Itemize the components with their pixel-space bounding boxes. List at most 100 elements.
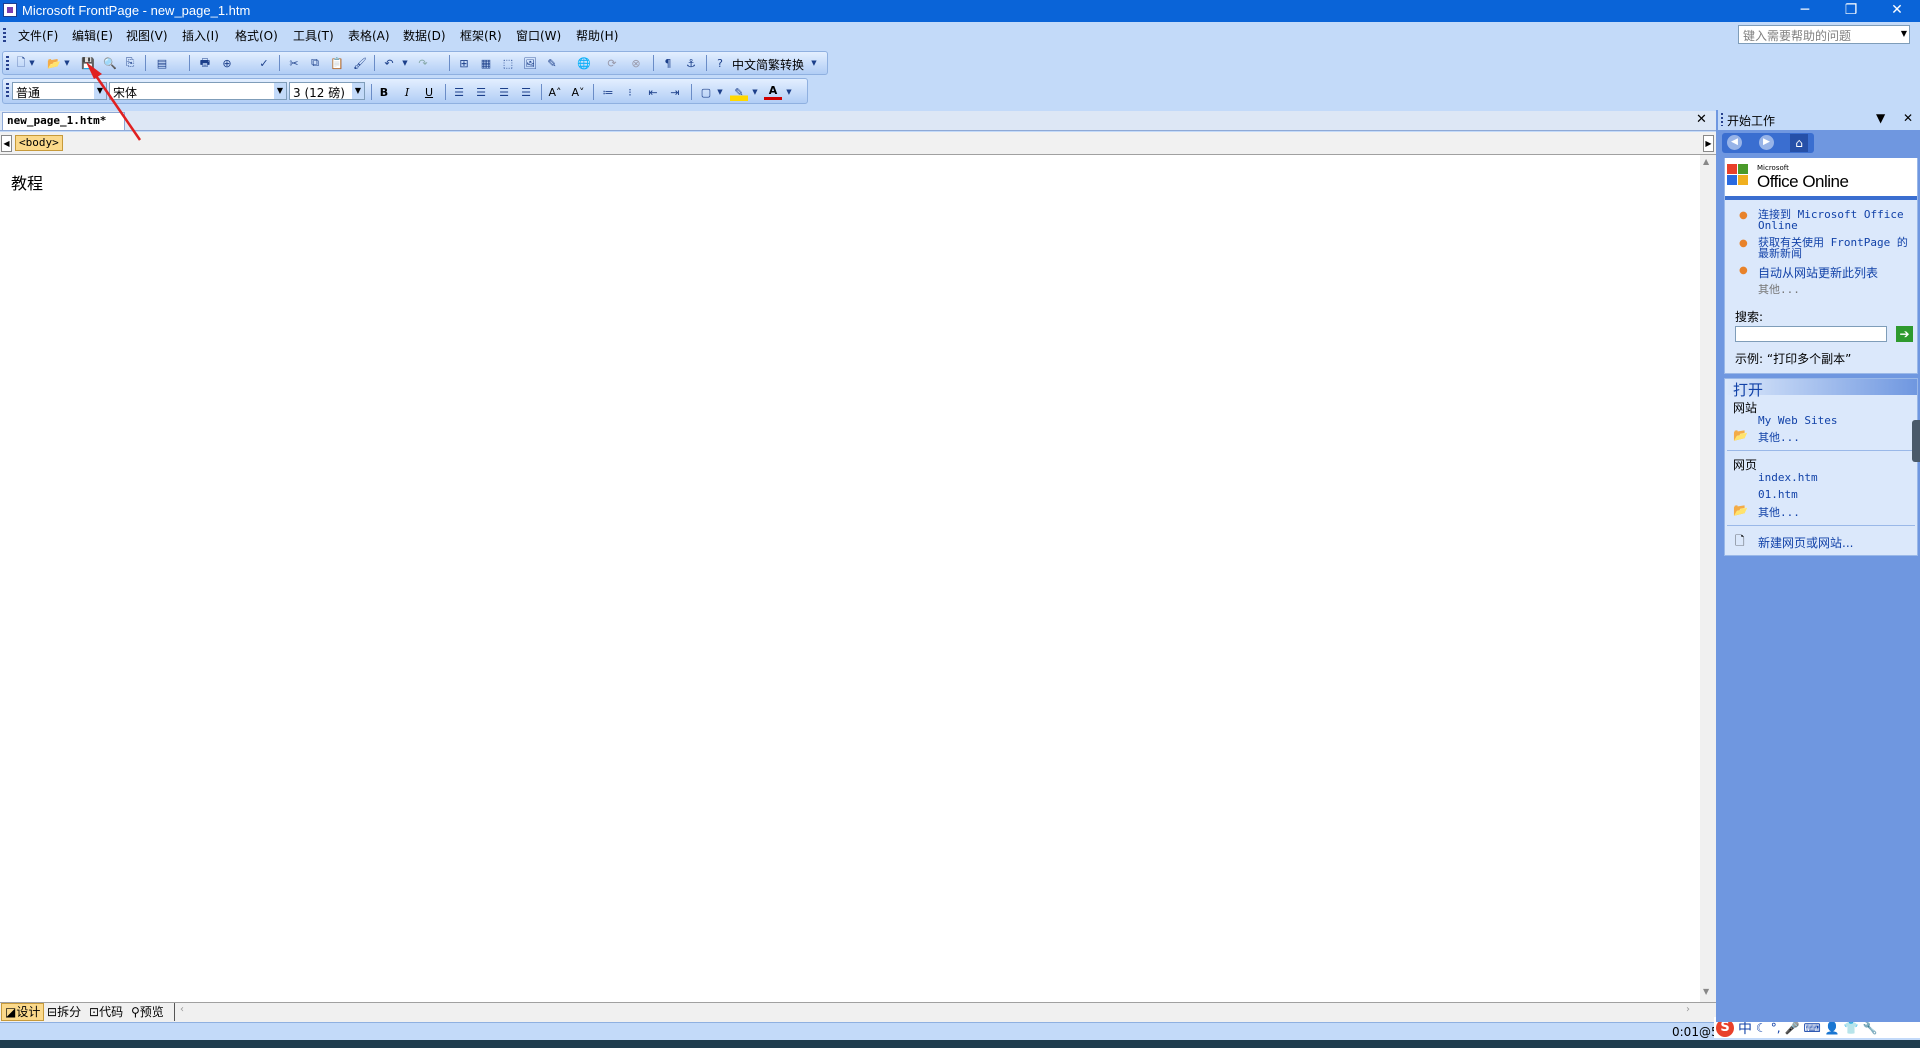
keyboard-icon[interactable]: ⌨ [1804, 1021, 1821, 1035]
insert-table-icon[interactable]: ▦ [477, 54, 495, 72]
save-icon[interactable]: 💾 [79, 54, 97, 72]
new-dropdown-icon[interactable]: ▼ [27, 54, 37, 72]
align-center-icon[interactable]: ☰ [472, 83, 490, 101]
tab-code[interactable]: ⊡代码 [86, 1003, 126, 1021]
editor-content[interactable]: 教程 [11, 170, 43, 194]
justify-icon[interactable]: ☰ [517, 83, 535, 101]
undo-icon[interactable]: ↶ [380, 54, 398, 72]
drawing-icon[interactable]: ✎ [543, 54, 561, 72]
recent-page-item[interactable]: 01.htm [1758, 488, 1798, 501]
show-all-icon[interactable]: ¶ [659, 54, 677, 72]
new-page-or-site-link[interactable]: 新建网页或网站... [1758, 534, 1853, 551]
refresh-icon[interactable]: ⟳ [603, 54, 621, 72]
close-document-button[interactable]: ✕ [1696, 112, 1707, 127]
frontpage-app-icon[interactable] [3, 3, 17, 17]
menu-help[interactable]: 帮助(H) [576, 27, 618, 44]
user-icon[interactable]: 👤 [1825, 1021, 1840, 1035]
format-painter-icon[interactable]: 🖌 [351, 54, 369, 72]
forward-icon[interactable]: ▶ [1759, 135, 1774, 150]
align-left-icon[interactable]: ☰ [450, 83, 468, 101]
menu-view[interactable]: 视图(V) [126, 27, 168, 44]
menu-file[interactable]: 文件(F) [18, 27, 58, 44]
pane-scroll-thumb[interactable] [1912, 420, 1920, 462]
shirt-icon[interactable]: 👕 [1844, 1021, 1859, 1035]
bold-button[interactable]: B [375, 83, 393, 101]
help-icon[interactable]: ? [711, 54, 729, 72]
document-tab[interactable]: new_page_1.htm* [2, 112, 126, 130]
spelling-icon[interactable]: ✓ [255, 54, 273, 72]
link-more[interactable]: 其他... [1758, 281, 1800, 297]
menu-window[interactable]: 窗口(W) [516, 27, 561, 44]
style-select[interactable]: 普通 ▼ [12, 82, 107, 100]
link-auto-update[interactable]: 自动从网站更新此列表 [1758, 264, 1878, 281]
wrench-icon[interactable]: 🔧 [1863, 1021, 1878, 1035]
restore-button[interactable]: ❐ [1828, 0, 1874, 22]
decrease-indent-icon[interactable]: ⇤ [644, 83, 662, 101]
scroll-up-icon[interactable]: ▲ [1703, 157, 1709, 166]
menu-format[interactable]: 格式(O) [235, 27, 278, 44]
search-go-icon[interactable]: ➔ [1896, 326, 1913, 342]
home-icon[interactable]: ⌂ [1790, 134, 1808, 152]
font-select[interactable]: 宋体 ▼ [109, 82, 287, 100]
tab-split[interactable]: ⊟拆分 [44, 1003, 84, 1021]
link-connect-office-online[interactable]: 连接到 Microsoft Office Online [1758, 209, 1914, 231]
menu-edit[interactable]: 编辑(E) [72, 27, 113, 44]
paste-icon[interactable]: 📋 [328, 54, 346, 72]
menu-insert[interactable]: 插入(I) [182, 27, 219, 44]
design-editor[interactable] [0, 155, 1700, 1002]
publish-icon[interactable]: ⎘ [121, 54, 139, 72]
recent-page-item[interactable]: index.htm [1758, 471, 1818, 484]
tab-design[interactable]: ◪设计 [1, 1003, 45, 1021]
font-color-icon[interactable]: A [764, 83, 782, 100]
tag-scroll-right-icon[interactable]: ▶ [1703, 135, 1714, 152]
vertical-scrollbar[interactable]: ▲ ▼ [1700, 155, 1716, 1002]
pane-grip[interactable] [1721, 113, 1723, 126]
menubar-grip[interactable] [3, 28, 6, 42]
hscroll-left-icon[interactable]: ‹ [180, 1004, 184, 1015]
tab-preview[interactable]: ⚲预览 [128, 1003, 167, 1021]
hyperlink-icon[interactable]: 🌐 [575, 54, 593, 72]
insert-layer-icon[interactable]: ⬚ [499, 54, 517, 72]
search-input[interactable] [1735, 326, 1887, 342]
pages-more-link[interactable]: 其他... [1758, 504, 1800, 520]
body-tag-selector[interactable]: <body> [15, 135, 63, 151]
preview-browser-icon[interactable]: ⊕ [218, 54, 236, 72]
pane-menu-chevron-icon[interactable]: ▼ [1876, 111, 1885, 125]
menu-frames[interactable]: 框架(R) [460, 27, 502, 44]
italic-button[interactable]: I [398, 83, 416, 101]
open-folder-icon[interactable]: 📂 [45, 54, 63, 72]
stop-icon[interactable]: ⊗ [627, 54, 645, 72]
back-icon[interactable]: ◀ [1727, 135, 1742, 150]
redo-icon[interactable]: ↷ [414, 54, 432, 72]
recent-site-item[interactable]: My Web Sites [1758, 414, 1837, 427]
sites-more-link[interactable]: 其他... [1758, 429, 1800, 445]
close-pane-icon[interactable]: ✕ [1903, 111, 1913, 125]
menu-tools[interactable]: 工具(T) [293, 27, 334, 44]
hscroll-right-icon[interactable]: › [1686, 1004, 1690, 1015]
toolbar-grip[interactable] [6, 56, 9, 70]
toggle-pane-icon[interactable]: ▤ [153, 54, 171, 72]
borders-icon[interactable]: ▢ [697, 83, 715, 101]
minimize-button[interactable]: ─ [1782, 0, 1828, 22]
punctuation-icon[interactable]: °, [1771, 1021, 1781, 1035]
find-icon[interactable]: 🔍 [101, 54, 119, 72]
help-question-input[interactable]: 键入需要帮助的问题 ▼ [1738, 25, 1910, 44]
chevron-down-icon[interactable]: ▼ [274, 83, 286, 99]
anchor-icon[interactable]: ⚓ [682, 54, 700, 72]
print-icon[interactable]: 🖶 [196, 54, 214, 72]
tag-scroll-left-icon[interactable]: ◀ [1, 135, 12, 152]
align-right-icon[interactable]: ☰ [495, 83, 513, 101]
conversion-dropdown-icon[interactable]: ▼ [809, 54, 819, 72]
numbering-icon[interactable]: ≔ [599, 83, 617, 101]
chevron-down-icon[interactable]: ▼ [94, 83, 106, 99]
font-size-select[interactable]: 3 (12 磅) ▼ [289, 82, 365, 100]
chevron-down-icon[interactable]: ▼ [1901, 29, 1907, 38]
open-dropdown-icon[interactable]: ▼ [62, 54, 72, 72]
chevron-down-icon[interactable]: ▼ [352, 83, 364, 99]
microphone-icon[interactable]: 🎤 [1785, 1021, 1800, 1035]
web-component-icon[interactable]: ⊞ [455, 54, 473, 72]
toolbar-grip[interactable] [6, 83, 9, 97]
underline-button[interactable]: U [420, 83, 438, 101]
highlight-icon[interactable]: ✎ [730, 83, 748, 101]
font-color-dropdown-icon[interactable]: ▼ [784, 83, 794, 101]
